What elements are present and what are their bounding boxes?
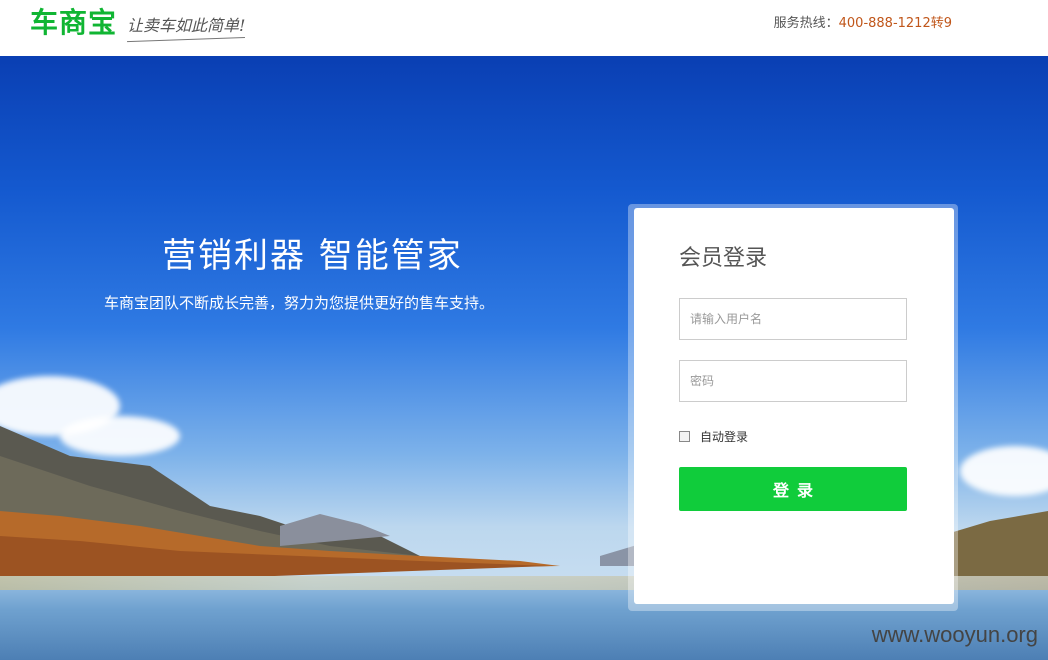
hotline-label: 服务热线：: [773, 16, 839, 31]
login-panel: 会员登录 自动登录 登录: [634, 208, 954, 604]
auto-login-label[interactable]: 自动登录: [700, 428, 748, 445]
tagline: 让卖车如此简单!: [127, 12, 245, 36]
watermark: www.wooyun.org: [871, 622, 1038, 647]
hotline: 服务热线：400-888-1212转9: [774, 12, 952, 31]
hero-subtitle: 车商宝团队不断成长完善，努力为您提供更好的售车支持。: [104, 294, 495, 312]
hotline-number: 400-888-1212转9: [838, 16, 952, 31]
username-input[interactable]: [679, 298, 907, 340]
header: 车商宝 让卖车如此简单! 服务热线：400-888-1212转9: [0, 0, 1048, 56]
login-button[interactable]: 登录: [679, 467, 907, 511]
logo[interactable]: 车商宝: [30, 1, 117, 41]
brand[interactable]: 车商宝 让卖车如此简单!: [30, 1, 245, 41]
auto-login-checkbox[interactable]: [679, 431, 690, 442]
auto-login[interactable]: 自动登录: [679, 428, 748, 445]
login-title: 会员登录: [679, 246, 768, 271]
hero-title: 营销利器 智能管家: [162, 236, 463, 276]
password-input[interactable]: [679, 360, 907, 402]
